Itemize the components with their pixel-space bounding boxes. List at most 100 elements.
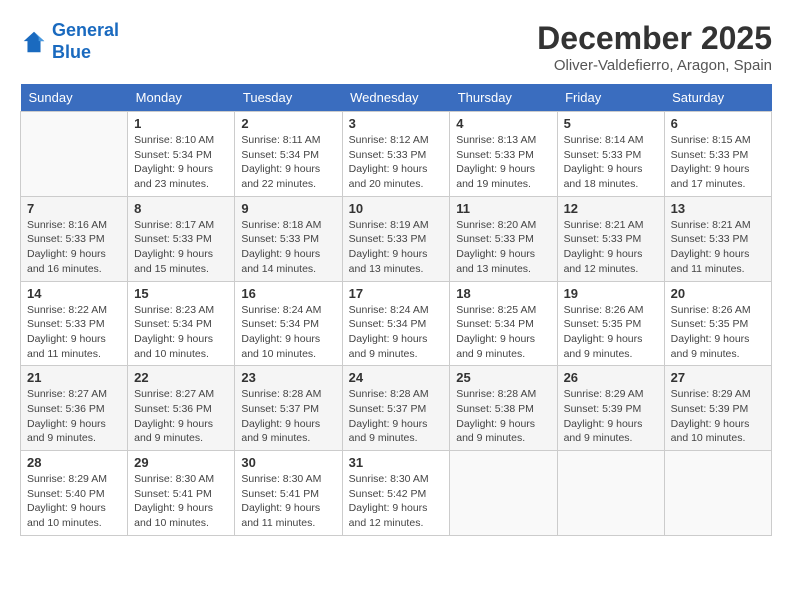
calendar-cell <box>450 451 557 536</box>
day-info: Sunrise: 8:22 AMSunset: 5:33 PMDaylight:… <box>27 303 121 362</box>
day-number: 11 <box>456 201 550 216</box>
logo-icon <box>20 28 48 56</box>
calendar-cell: 4Sunrise: 8:13 AMSunset: 5:33 PMDaylight… <box>450 112 557 197</box>
day-number: 21 <box>27 370 121 385</box>
header-friday: Friday <box>557 84 664 112</box>
calendar-cell: 3 Sunrise: 8:12 AMSunset: 5:33 PMDaylight… <box>342 112 450 197</box>
day-info: Sunrise: 8:15 AMSunset: 5:33 PMDaylight:… <box>671 133 765 192</box>
calendar-cell <box>557 451 664 536</box>
day-number: 28 <box>27 455 121 470</box>
day-number: 3 <box>349 116 444 131</box>
calendar-cell: 9 Sunrise: 8:18 AMSunset: 5:33 PMDaylight… <box>235 196 342 281</box>
day-number: 19 <box>564 286 658 301</box>
day-info: Sunrise: 8:24 AMSunset: 5:34 PMDaylight:… <box>241 303 335 362</box>
calendar-cell: 16 Sunrise: 8:24 AMSunset: 5:34 PMDayligh… <box>235 281 342 366</box>
day-info: Sunrise: 8:24 AMSunset: 5:34 PMDaylight:… <box>349 303 444 362</box>
logo-text: General Blue <box>52 20 119 63</box>
header-sunday: Sunday <box>21 84 128 112</box>
day-info: Sunrise: 8:19 AMSunset: 5:33 PMDaylight:… <box>349 218 444 277</box>
day-number: 9 <box>241 201 335 216</box>
calendar-cell <box>664 451 771 536</box>
calendar-cell: 1Sunrise: 8:10 AMSunset: 5:34 PMDaylight… <box>128 112 235 197</box>
day-info: Sunrise: 8:26 AMSunset: 5:35 PMDaylight:… <box>564 303 658 362</box>
calendar-cell: 5 Sunrise: 8:14 AMSunset: 5:33 PMDaylight… <box>557 112 664 197</box>
calendar-cell: 6 Sunrise: 8:15 AMSunset: 5:33 PMDaylight… <box>664 112 771 197</box>
day-number: 15 <box>134 286 228 301</box>
header-wednesday: Wednesday <box>342 84 450 112</box>
logo: General Blue <box>20 20 119 63</box>
calendar-cell: 31Sunrise: 8:30 AMSunset: 5:42 PMDayligh… <box>342 451 450 536</box>
location: Oliver-Valdefierro, Aragon, Spain <box>537 57 772 74</box>
day-info: Sunrise: 8:29 AMSunset: 5:39 PMDaylight:… <box>564 387 658 446</box>
day-number: 4 <box>456 116 550 131</box>
day-info: Sunrise: 8:29 AMSunset: 5:40 PMDaylight:… <box>27 472 121 531</box>
day-number: 13 <box>671 201 765 216</box>
calendar-cell: 13 Sunrise: 8:21 AMSunset: 5:33 PMDayligh… <box>664 196 771 281</box>
day-number: 7 <box>27 201 121 216</box>
title-block: December 2025 Oliver-Valdefierro, Aragon… <box>537 20 772 74</box>
day-number: 10 <box>349 201 444 216</box>
day-info: Sunrise: 8:21 AMSunset: 5:33 PMDaylight:… <box>564 218 658 277</box>
page-header: General Blue December 2025 Oliver-Valdef… <box>20 20 772 74</box>
day-info: Sunrise: 8:10 AMSunset: 5:34 PMDaylight:… <box>134 133 228 192</box>
day-number: 18 <box>456 286 550 301</box>
day-number: 22 <box>134 370 228 385</box>
day-number: 5 <box>564 116 658 131</box>
header-thursday: Thursday <box>450 84 557 112</box>
day-number: 8 <box>134 201 228 216</box>
calendar-cell: 21 Sunrise: 8:27 AMSunset: 5:36 PMDayligh… <box>21 366 128 451</box>
day-info: Sunrise: 8:12 AMSunset: 5:33 PMDaylight:… <box>349 133 444 192</box>
day-info: Sunrise: 8:28 AMSunset: 5:37 PMDaylight:… <box>241 387 335 446</box>
calendar-cell: 28 Sunrise: 8:29 AMSunset: 5:40 PMDayligh… <box>21 451 128 536</box>
day-number: 30 <box>241 455 335 470</box>
calendar-cell: 10 Sunrise: 8:19 AMSunset: 5:33 PMDayligh… <box>342 196 450 281</box>
day-number: 2 <box>241 116 335 131</box>
day-info: Sunrise: 8:11 AMSunset: 5:34 PMDaylight:… <box>241 133 335 192</box>
calendar-cell: 14 Sunrise: 8:22 AMSunset: 5:33 PMDayligh… <box>21 281 128 366</box>
month-title: December 2025 <box>537 20 772 57</box>
calendar-cell: 8 Sunrise: 8:17 AMSunset: 5:33 PMDaylight… <box>128 196 235 281</box>
day-info: Sunrise: 8:17 AMSunset: 5:33 PMDaylight:… <box>134 218 228 277</box>
day-number: 17 <box>349 286 444 301</box>
calendar-cell: 22 Sunrise: 8:27 AMSunset: 5:36 PMDayligh… <box>128 366 235 451</box>
day-info: Sunrise: 8:18 AMSunset: 5:33 PMDaylight:… <box>241 218 335 277</box>
day-info: Sunrise: 8:23 AMSunset: 5:34 PMDaylight:… <box>134 303 228 362</box>
day-info: Sunrise: 8:27 AMSunset: 5:36 PMDaylight:… <box>27 387 121 446</box>
calendar-cell: 20Sunrise: 8:26 AMSunset: 5:35 PMDayligh… <box>664 281 771 366</box>
day-number: 23 <box>241 370 335 385</box>
calendar-cell: 2 Sunrise: 8:11 AMSunset: 5:34 PMDaylight… <box>235 112 342 197</box>
calendar-cell: 25 Sunrise: 8:28 AMSunset: 5:38 PMDayligh… <box>450 366 557 451</box>
day-info: Sunrise: 8:26 AMSunset: 5:35 PMDaylight:… <box>671 303 765 362</box>
calendar-cell: 30Sunrise: 8:30 AMSunset: 5:41 PMDayligh… <box>235 451 342 536</box>
calendar-cell: 18 Sunrise: 8:25 AMSunset: 5:34 PMDayligh… <box>450 281 557 366</box>
day-number: 14 <box>27 286 121 301</box>
day-info: Sunrise: 8:14 AMSunset: 5:33 PMDaylight:… <box>564 133 658 192</box>
calendar-week-2: 7 Sunrise: 8:16 AMSunset: 5:33 PMDaylight… <box>21 196 772 281</box>
day-info: Sunrise: 8:28 AMSunset: 5:37 PMDaylight:… <box>349 387 444 446</box>
day-number: 16 <box>241 286 335 301</box>
calendar-cell: 17 Sunrise: 8:24 AMSunset: 5:34 PMDayligh… <box>342 281 450 366</box>
header-tuesday: Tuesday <box>235 84 342 112</box>
calendar-cell: 11 Sunrise: 8:20 AMSunset: 5:33 PMDayligh… <box>450 196 557 281</box>
day-info: Sunrise: 8:29 AMSunset: 5:39 PMDaylight:… <box>671 387 765 446</box>
day-info: Sunrise: 8:16 AMSunset: 5:33 PMDaylight:… <box>27 218 121 277</box>
calendar-week-4: 21 Sunrise: 8:27 AMSunset: 5:36 PMDayligh… <box>21 366 772 451</box>
calendar-cell: 24 Sunrise: 8:28 AMSunset: 5:37 PMDayligh… <box>342 366 450 451</box>
day-info: Sunrise: 8:20 AMSunset: 5:33 PMDaylight:… <box>456 218 550 277</box>
day-info: Sunrise: 8:28 AMSunset: 5:38 PMDaylight:… <box>456 387 550 446</box>
day-number: 25 <box>456 370 550 385</box>
calendar-week-5: 28 Sunrise: 8:29 AMSunset: 5:40 PMDayligh… <box>21 451 772 536</box>
day-number: 26 <box>564 370 658 385</box>
calendar-cell: 26 Sunrise: 8:29 AMSunset: 5:39 PMDayligh… <box>557 366 664 451</box>
day-number: 31 <box>349 455 444 470</box>
day-number: 27 <box>671 370 765 385</box>
day-info: Sunrise: 8:27 AMSunset: 5:36 PMDaylight:… <box>134 387 228 446</box>
day-info: Sunrise: 8:21 AMSunset: 5:33 PMDaylight:… <box>671 218 765 277</box>
calendar-cell <box>21 112 128 197</box>
header-saturday: Saturday <box>664 84 771 112</box>
day-info: Sunrise: 8:25 AMSunset: 5:34 PMDaylight:… <box>456 303 550 362</box>
day-number: 6 <box>671 116 765 131</box>
calendar-week-3: 14 Sunrise: 8:22 AMSunset: 5:33 PMDayligh… <box>21 281 772 366</box>
day-number: 24 <box>349 370 444 385</box>
calendar-week-1: 1Sunrise: 8:10 AMSunset: 5:34 PMDaylight… <box>21 112 772 197</box>
